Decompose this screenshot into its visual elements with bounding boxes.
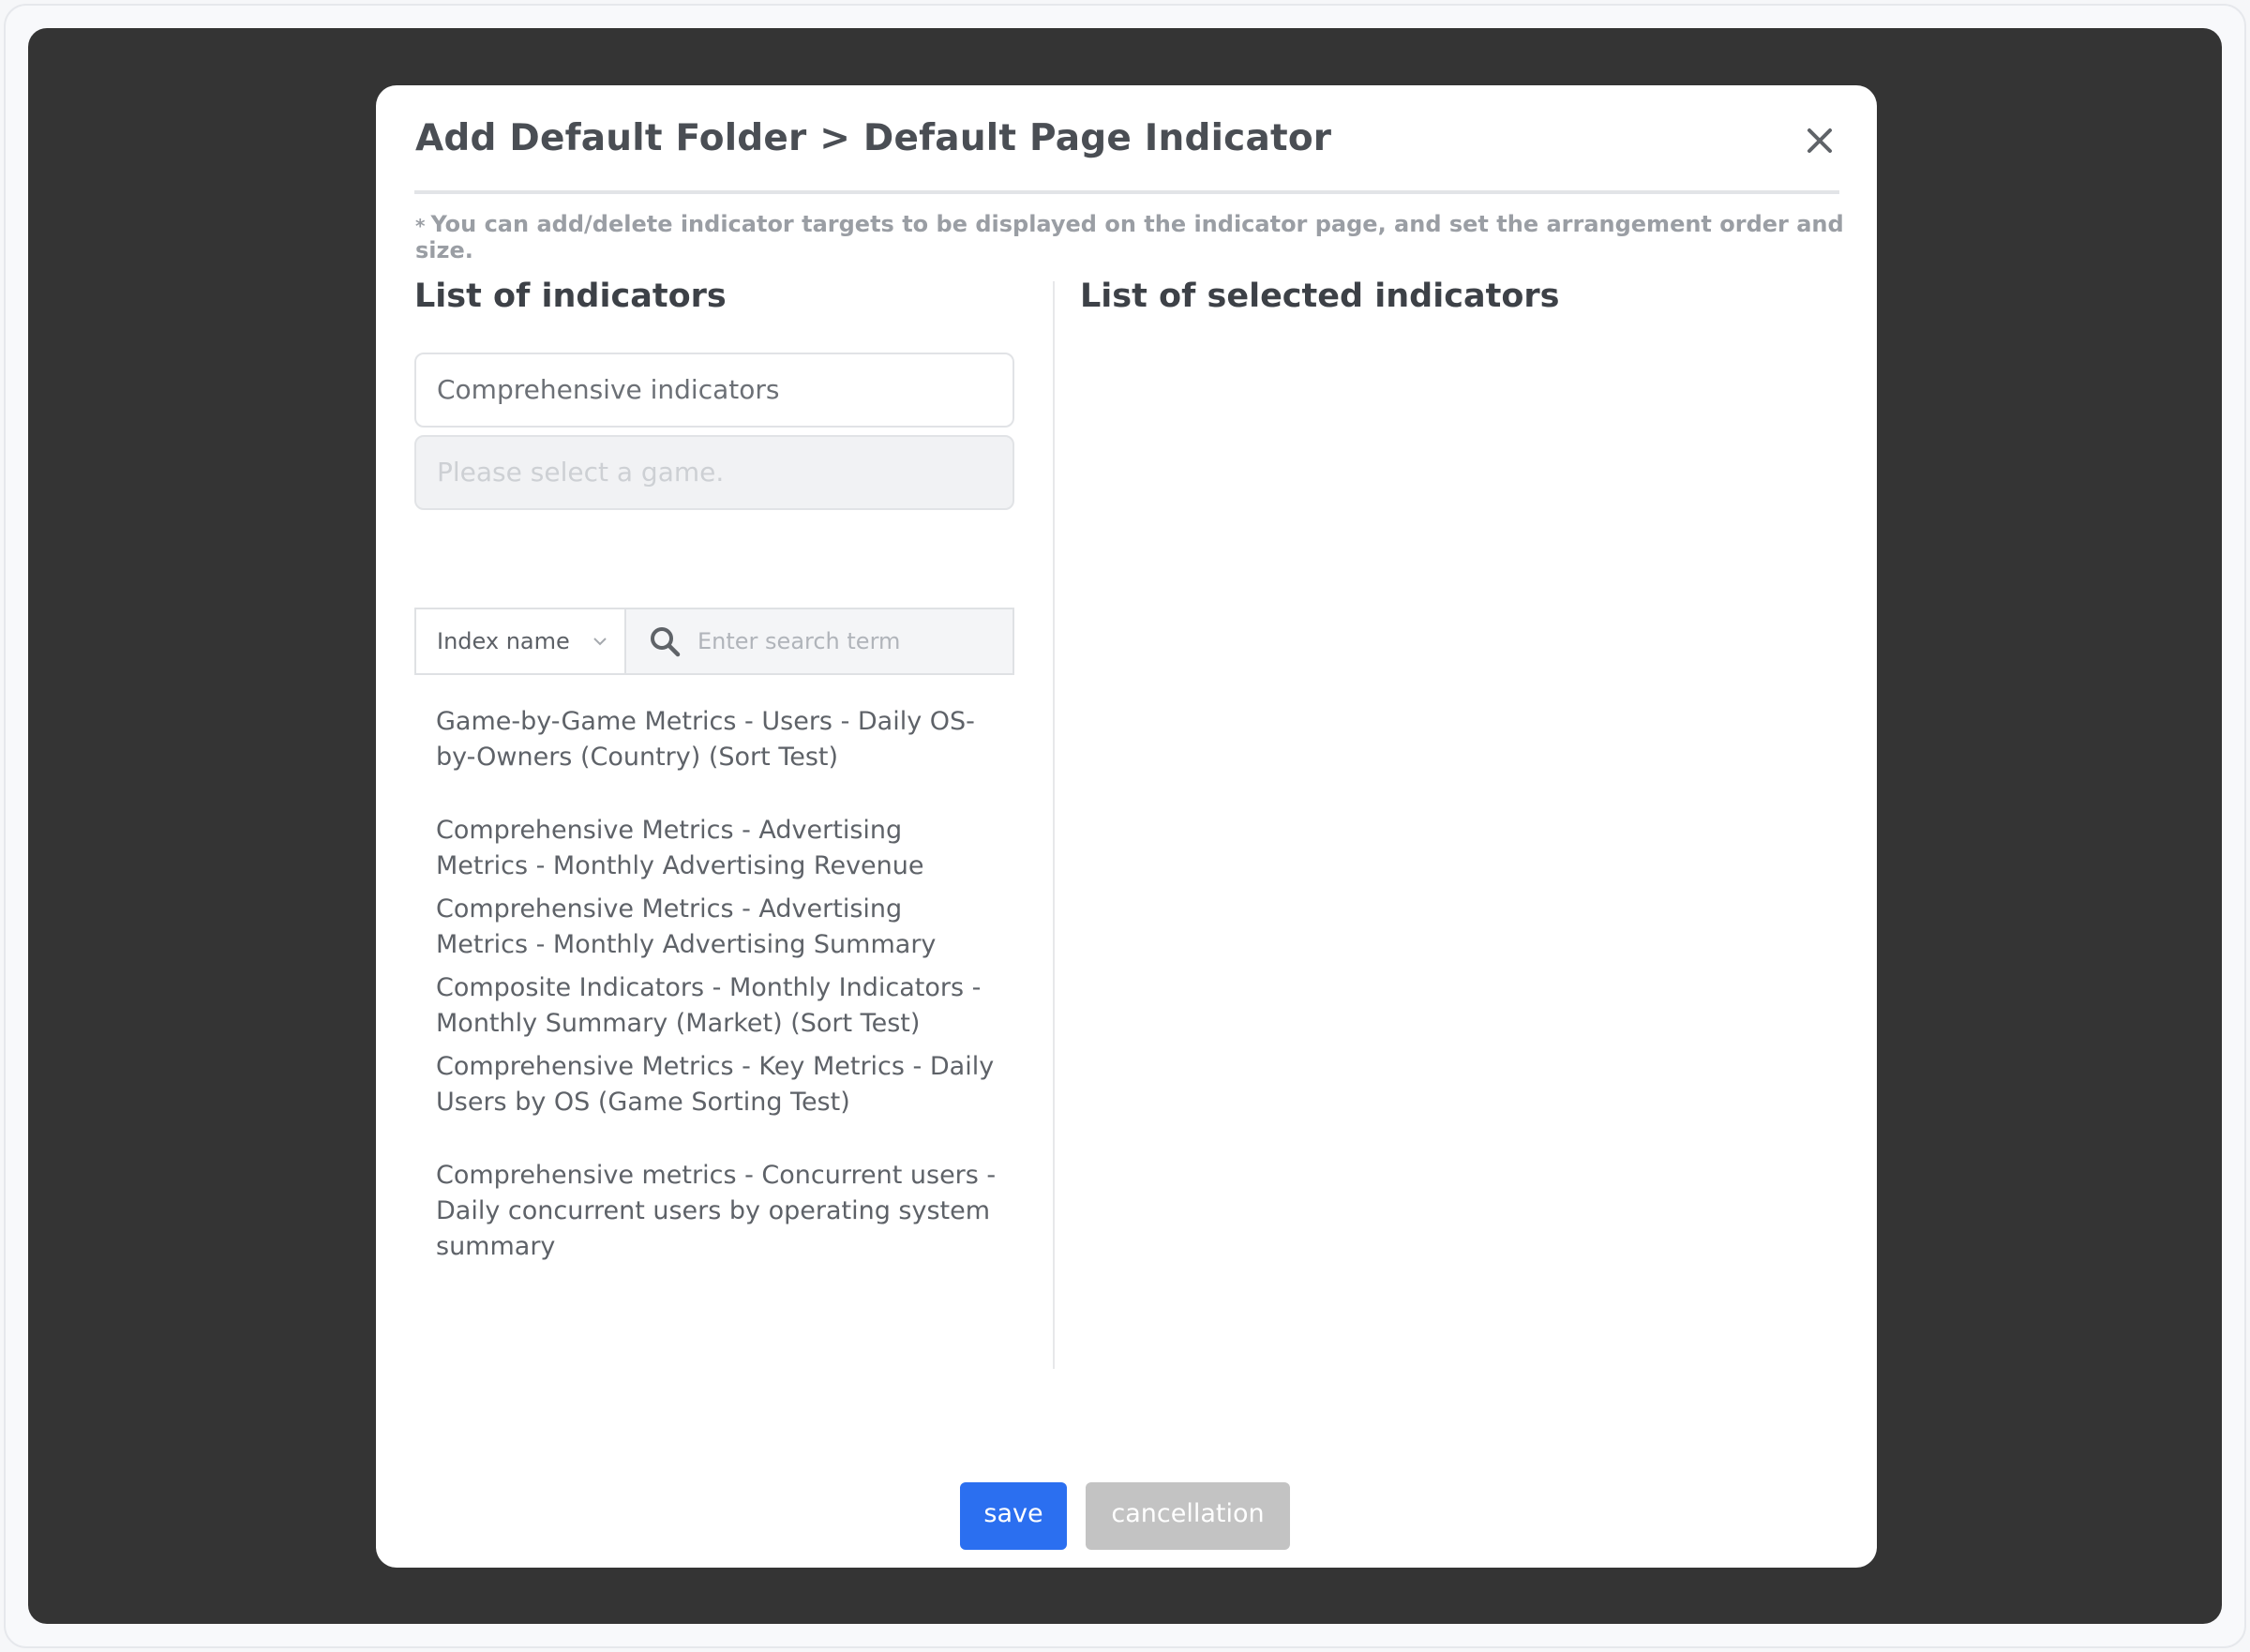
indicator-list-title: List of indicators [414,278,727,315]
search-bar: Index name [414,608,1014,675]
selected-indicator-panel: List of selected indicators [1080,278,1559,315]
add-indicator-modal: Add Default Folder > Default Page Indica… [376,85,1877,1568]
note-asterisk: * [415,215,426,237]
column-divider [1053,281,1055,1369]
list-item[interactable]: Composite Indicators - Monthly Indicator… [436,970,998,1042]
search-icon [649,625,681,657]
close-button[interactable] [1804,125,1836,157]
cancel-button[interactable]: cancellation [1086,1482,1290,1550]
list-item[interactable]: Comprehensive Metrics - Key Metrics - Da… [436,1049,998,1120]
list-item[interactable]: Comprehensive Metrics - Advertising Metr… [436,892,998,963]
search-field-select[interactable]: Index name [416,609,626,673]
search-input[interactable] [698,628,998,654]
indicator-list-panel: List of indicators Comprehensive indicat… [414,278,1014,1261]
search-box [626,609,1012,673]
title-divider [414,190,1839,194]
game-select[interactable]: Please select a game. [414,435,1014,510]
help-note-text: You can add/delete indicator targets to … [415,211,1844,263]
save-button[interactable]: save [960,1482,1067,1550]
modal-title: Add Default Folder > Default Page Indica… [415,117,1332,159]
list-item[interactable]: Comprehensive Metrics - Advertising Metr… [436,813,998,884]
selected-list-title: List of selected indicators [1080,278,1560,315]
chevron-down-icon [592,634,608,649]
close-icon [1804,125,1836,157]
help-note: * You can add/delete indicator targets to… [415,211,1877,263]
list-item[interactable]: Game-by-Game Metrics - Users - Daily OS-… [436,704,998,775]
list-item[interactable]: Comprehensive metrics - Concurrent users… [436,1158,998,1265]
category-select[interactable]: Comprehensive indicators [414,353,1014,428]
search-field-label: Index name [437,628,570,654]
